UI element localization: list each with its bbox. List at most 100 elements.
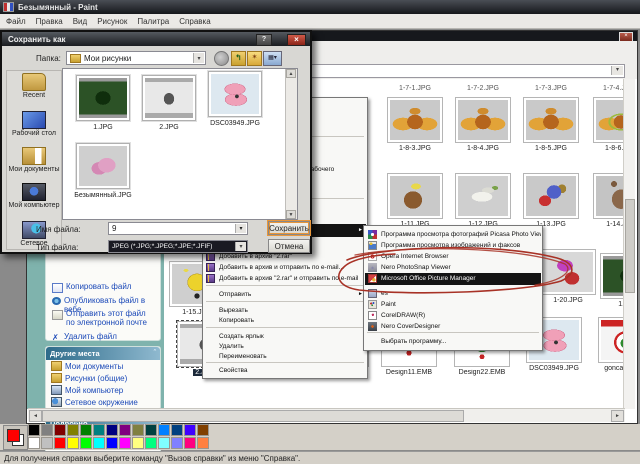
views-button[interactable]: ▦▾ [263,51,282,66]
palette-color[interactable] [158,437,170,449]
palette-color[interactable] [80,437,92,449]
help-button[interactable]: ? [256,34,272,46]
palette-color[interactable] [28,437,40,449]
file-tile[interactable]: 1-8-6.JPG [590,97,626,152]
new-folder-button[interactable]: ✶ [247,51,262,66]
file-tile[interactable]: 1-8-3.JPG [384,97,446,152]
dialog-file-item[interactable]: 2.JPG [137,75,201,131]
other-place-link[interactable]: Мой компьютер [46,384,160,396]
palette-color[interactable] [41,424,53,436]
task-link[interactable]: Копировать файл [52,282,156,293]
dialog-file-item[interactable]: 1.JPG [71,75,135,131]
place-item-desktop[interactable]: Рабочий стол [7,111,61,137]
context-menu-item[interactable]: Переименовать [204,351,366,362]
dialog-scrollbar[interactable]: ▲ ▼ [285,69,297,219]
palette-color[interactable] [197,424,209,436]
horizontal-scrollbar-thumb[interactable] [42,410,464,422]
palette-color[interactable] [119,437,131,449]
vertical-scrollbar[interactable] [623,79,635,409]
palette-color[interactable] [132,424,144,436]
chevron-down-icon[interactable]: ▾ [193,53,204,63]
chevron-down-icon[interactable]: ▾ [235,242,246,251]
palette-color[interactable] [28,424,40,436]
open-with-item[interactable]: es [365,288,541,299]
file-tile[interactable]: 1-12.JPG [452,173,514,228]
palette-color[interactable] [106,424,118,436]
dialog-titlebar[interactable]: Сохранить как ? × [2,32,310,46]
scroll-right-icon[interactable]: ► [611,410,624,422]
cancel-button[interactable]: Отмена [268,239,310,253]
address-dropdown-icon[interactable]: ▾ [611,66,623,75]
task-link[interactable]: ✗ Удалить файл [52,332,156,342]
place-item-computer[interactable]: Мой компьютер [7,183,61,209]
other-places-header[interactable]: Другие места ˆ [46,347,160,360]
context-menu-item[interactable]: Добавить в архив и отправить по e-mail..… [204,262,366,273]
file-tile[interactable]: 1-8-4.JPG [452,97,514,152]
chevron-up-icon[interactable]: ˆ [154,350,156,357]
back-button[interactable] [214,51,229,66]
open-with-item[interactable]: Opera Internet Browser [365,251,541,262]
other-place-link[interactable]: Рисунки (общие) [46,372,160,384]
file-tile[interactable]: 1-20.JPG [537,249,599,304]
file-tile[interactable]: 1-8-5.JPG [520,97,582,152]
palette-color[interactable] [93,424,105,436]
palette-color[interactable] [54,424,66,436]
paint-menu-item[interactable]: Палитра [137,17,169,26]
paint-menu-item[interactable]: Рисунок [97,17,127,26]
open-with-item[interactable]: Выбрать программу... [365,336,541,347]
save-button[interactable]: Сохранить [268,221,310,235]
context-menu-item[interactable]: Отправить ► [204,289,366,300]
other-place-link[interactable]: Сетевое окружение [46,396,160,408]
palette-color[interactable] [145,437,157,449]
palette-color[interactable] [184,424,196,436]
file-tile[interactable]: 1-11.JPG [384,173,446,228]
scroll-left-icon[interactable]: ◄ [29,410,42,422]
open-with-item[interactable]: Программа просмотра изображений и факсов [365,240,541,251]
task-link[interactable]: Отправить этот файл по электронной почте [52,309,156,327]
open-with-item[interactable]: Nero CoverDesigner [365,321,541,332]
open-with-item[interactable]: Nero PhotoSnap Viewer [365,262,541,273]
file-tile[interactable]: 1.JPG [597,253,626,308]
chevron-down-icon[interactable]: ▾ [235,224,246,233]
current-colors-box[interactable] [3,425,28,450]
palette-color[interactable] [197,437,209,449]
palette-color[interactable] [119,424,131,436]
open-with-item[interactable]: Paint [365,299,541,310]
file-tile[interactable]: 1-13.JPG [520,173,582,228]
palette-color[interactable] [106,437,118,449]
palette-color[interactable] [145,424,157,436]
open-with-item[interactable]: Microsoft Office Picture Manager [365,273,541,285]
palette-color[interactable] [41,437,53,449]
palette-color[interactable] [80,424,92,436]
context-menu-item[interactable]: Свойства [204,365,366,376]
paint-menu-item[interactable]: Правка [36,17,63,26]
close-button[interactable]: × [287,34,306,46]
palette-color[interactable] [67,437,79,449]
filename-input[interactable]: 9 ▾ [108,222,248,235]
palette-color[interactable] [158,424,170,436]
paint-menu-item[interactable]: Справка [179,17,210,26]
scroll-up-icon[interactable]: ▲ [286,69,296,78]
horizontal-scrollbar[interactable]: ◄ ► [28,408,625,422]
other-place-link[interactable]: Мои документы [46,360,160,372]
place-item-documents[interactable]: Мои документы [7,147,61,173]
scroll-down-icon[interactable]: ▼ [286,210,296,219]
file-tile[interactable]: 1-14.JPG [590,173,626,228]
dialog-file-item[interactable]: Безымянный.JPG [71,143,135,199]
open-with-item[interactable]: Программа просмотра фотографий Picasa Ph… [365,229,541,240]
paint-menu-item[interactable]: Файл [6,17,26,26]
palette-color[interactable] [132,437,144,449]
palette-color[interactable] [171,424,183,436]
context-menu-item[interactable]: Копировать [204,315,366,326]
paint-menu-item[interactable]: Вид [73,17,87,26]
open-with-item[interactable]: CorelDRAW(R) [365,310,541,321]
vertical-scrollbar-thumb[interactable] [625,199,635,293]
up-level-button[interactable]: ↰ [231,51,246,66]
palette-color[interactable] [171,437,183,449]
context-menu-item[interactable]: Добавить в архив "2.rar" и отправить по … [204,273,366,284]
palette-color[interactable] [54,437,66,449]
dialog-file-item[interactable]: DSC03949.JPG [203,71,267,127]
filetype-combobox[interactable]: JPEG (*.JPG;*.JPEG;*.JPE;*.JFIF) ▾ [108,240,248,253]
palette-color[interactable] [184,437,196,449]
place-item-recent[interactable]: Recent [7,73,61,99]
